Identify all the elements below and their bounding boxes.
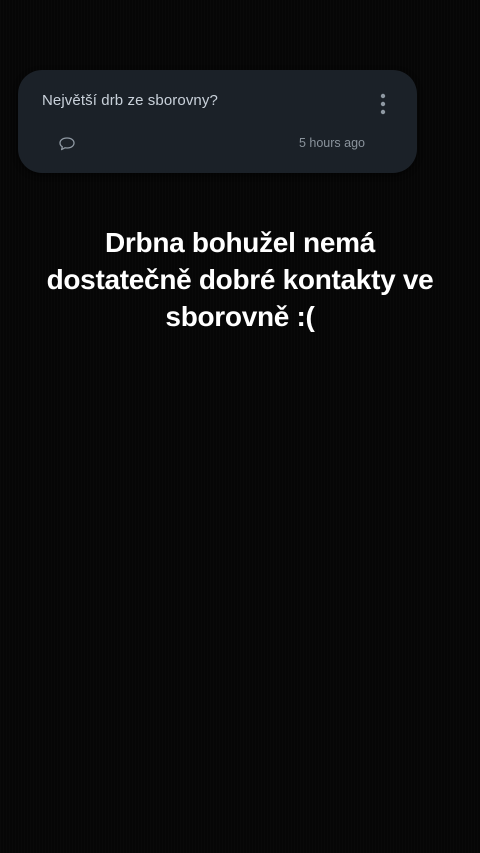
- comment-bubble-icon: [59, 137, 75, 151]
- question-text: Největší drb ze sborovny?: [42, 92, 218, 109]
- post-timestamp: 5 hours ago: [298, 136, 365, 150]
- message-line: sborovně :(: [165, 301, 315, 332]
- more-options-button[interactable]: [369, 90, 397, 118]
- question-card[interactable]: Největší drb ze sborovny? 5 hours ago: [18, 70, 417, 173]
- comment-button[interactable]: [56, 134, 78, 154]
- screen: Největší drb ze sborovny? 5 hours ago Dr…: [0, 0, 480, 853]
- more-vertical-icon: [380, 93, 386, 115]
- message-line: Drbna bohužel nemá: [105, 227, 375, 258]
- message-line: dostatečně dobré kontakty ve: [46, 264, 434, 295]
- empty-state-message: Drbna bohužel nemá dostatečně dobré kont…: [0, 224, 480, 335]
